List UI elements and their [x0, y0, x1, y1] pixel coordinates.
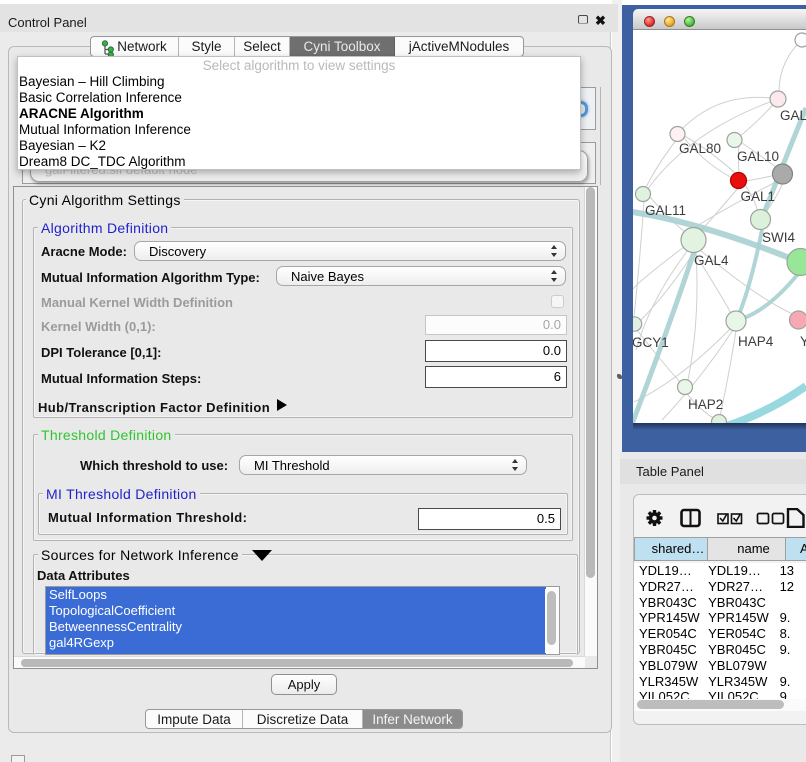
svg-text:GAL80: GAL80	[679, 141, 721, 156]
svg-text:Y: Y	[800, 334, 806, 349]
svg-text:SWI4: SWI4	[762, 230, 795, 245]
svg-text:GCY1: GCY1	[633, 335, 669, 350]
svg-text:GAL11: GAL11	[645, 203, 686, 218]
svg-text:GAL: GAL	[780, 108, 806, 123]
svg-text:HAP2: HAP2	[688, 397, 723, 412]
svg-text:GAL4: GAL4	[694, 253, 729, 268]
svg-text:GAL10: GAL10	[737, 149, 779, 164]
svg-text:GAL1: GAL1	[741, 189, 776, 204]
svg-text:HAP4: HAP4	[738, 334, 774, 349]
